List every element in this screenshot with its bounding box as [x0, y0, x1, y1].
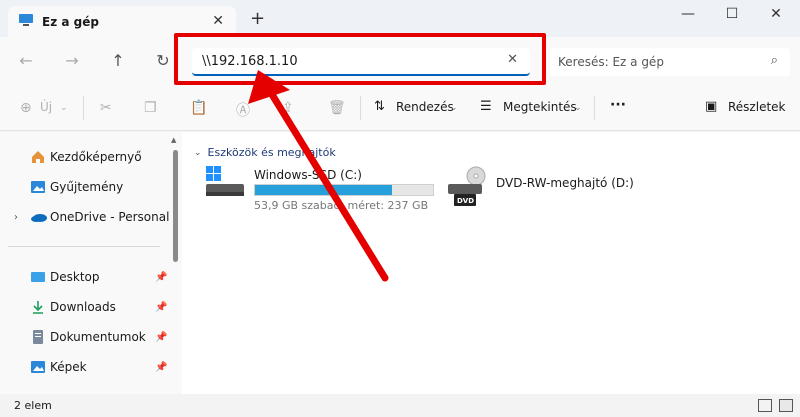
dvd-badge: DVD [457, 197, 475, 205]
sidebar-item-label: Desktop [50, 270, 100, 284]
group-header[interactable]: ⌄ Eszközök és meghajtók [194, 146, 336, 159]
home-icon [30, 149, 46, 165]
sidebar-item-label: OneDrive - Personal [50, 210, 170, 224]
computer-icon [18, 13, 34, 30]
pin-icon: 📌 [155, 272, 168, 283]
share-icon[interactable]: ⇪ [282, 100, 294, 116]
up-arrow-icon[interactable]: ↑ [106, 51, 130, 70]
sidebar-item-label: Gyűjtemény [50, 180, 124, 194]
view-button[interactable]: Megtekintés [503, 100, 577, 114]
cloud-icon [30, 209, 47, 225]
forward-arrow-icon[interactable]: → [60, 51, 84, 70]
sidebar-divider [8, 246, 160, 247]
search-icon: ⌕ [770, 53, 778, 68]
pin-icon: 📌 [155, 302, 168, 313]
rename-icon[interactable]: Ⓐ [236, 100, 250, 120]
sidebar-item-desktop[interactable]: Desktop [30, 266, 100, 288]
pin-icon: 📌 [155, 362, 168, 373]
new-button[interactable]: Új [40, 100, 52, 114]
drive-name: Windows-SSD (C:) [254, 168, 362, 182]
document-icon [30, 329, 46, 345]
pin-icon: 📌 [155, 332, 168, 343]
chevron-down-icon: ⌄ [450, 103, 458, 113]
maximize-button[interactable]: ☐ [720, 6, 744, 22]
chevron-right-icon[interactable]: › [14, 212, 18, 223]
title-bar: Ez a gép ✕ + — ☐ ✕ [0, 0, 800, 37]
drive-name: DVD-RW-meghajtó (D:) [496, 176, 634, 190]
toolbar-divider [594, 96, 595, 120]
cut-icon[interactable]: ✂ [100, 100, 112, 116]
sort-button[interactable]: Rendezés [396, 100, 454, 114]
drive-item-d[interactable]: DVD DVD-RW-meghajtó (D:) [446, 166, 646, 214]
sidebar-item-label: Downloads [50, 300, 116, 314]
toolbar-divider [360, 96, 361, 120]
search-input[interactable]: Keresés: Ez a gép ⌕ [550, 48, 790, 76]
close-window-button[interactable]: ✕ [764, 6, 788, 22]
sidebar-item-onedrive[interactable]: OneDrive - Personal [30, 206, 169, 228]
chevron-down-icon: ⌄ [194, 147, 202, 158]
search-placeholder: Keresés: Ez a gép [558, 55, 664, 69]
more-options-icon[interactable]: ··· [610, 97, 626, 113]
group-header-label: Eszközök és meghajtók [207, 146, 336, 159]
sidebar-item-documents[interactable]: Dokumentumok [30, 326, 146, 348]
toolbar-divider [83, 96, 84, 120]
sort-icon: ⇅ [374, 99, 385, 114]
large-icons-view-icon[interactable] [779, 399, 793, 412]
details-pane-icon: ▣ [705, 99, 718, 114]
picture-icon [30, 359, 46, 375]
details-view-icon[interactable] [758, 399, 772, 412]
drive-usage-fill [255, 185, 393, 195]
sidebar-item-home[interactable]: Kezdőképernyő [30, 146, 142, 168]
download-icon [30, 299, 46, 315]
refresh-icon[interactable]: ↻ [151, 51, 175, 70]
gallery-icon [30, 179, 46, 195]
view-icon: ☰ [480, 99, 492, 114]
hard-drive-icon [204, 166, 246, 205]
minimize-button[interactable]: — [676, 6, 700, 22]
content-pane: ⌄ Eszközök és meghajtók Windows-SSD (C:)… [182, 132, 800, 394]
sidebar-scrollbar[interactable] [173, 150, 178, 262]
new-tab-button[interactable]: + [250, 8, 265, 29]
details-button[interactable]: Részletek [728, 100, 786, 114]
chevron-down-icon: ⌄ [60, 103, 68, 113]
sidebar-item-label: Kezdőképernyő [50, 150, 142, 164]
sidebar-item-pictures[interactable]: Képek [30, 356, 87, 378]
new-icon[interactable]: ⊕ [20, 100, 32, 116]
paste-icon[interactable]: 📋 [190, 100, 207, 116]
address-highlight-annotation [174, 33, 546, 85]
sidebar-item-gallery[interactable]: Gyűjtemény [30, 176, 123, 198]
status-bar: 2 elem [0, 394, 800, 417]
sidebar-item-label: Dokumentumok [50, 330, 146, 344]
navigation-pane: Kezdőképernyő Gyűjtemény › OneDrive - Pe… [0, 132, 182, 394]
scroll-up-icon[interactable]: ▲ [171, 136, 176, 144]
close-tab-icon[interactable]: ✕ [212, 13, 224, 29]
delete-icon[interactable]: 🗑 [328, 100, 346, 116]
command-bar: ⊕ Új ⌄ ✂ ❐ 📋 Ⓐ ⇪ 🗑 ⇅ Rendezés ⌄ ☰ Megtek… [0, 86, 800, 131]
tab-label: Ez a gép [42, 14, 99, 29]
chevron-down-icon: ⌄ [574, 103, 582, 113]
back-arrow-icon[interactable]: ← [14, 51, 38, 70]
copy-icon[interactable]: ❐ [144, 100, 157, 116]
item-count: 2 elem [14, 399, 52, 412]
drive-free-space: 53,9 GB szabad, méret: 237 GB [254, 199, 429, 212]
sidebar-item-downloads[interactable]: Downloads [30, 296, 116, 318]
drive-usage-bar [254, 184, 434, 196]
desktop-icon [30, 269, 46, 285]
sidebar-item-label: Képek [50, 360, 87, 374]
drive-item-c[interactable]: Windows-SSD (C:) 53,9 GB szabad, méret: … [202, 166, 442, 214]
